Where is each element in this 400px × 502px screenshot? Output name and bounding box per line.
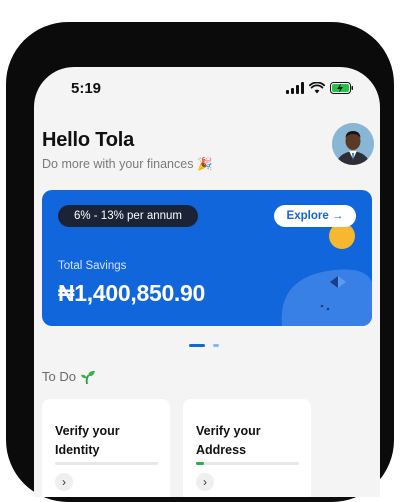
chevron-right-icon[interactable]: ›: [55, 473, 73, 491]
todo-card-title-line2: Address: [196, 443, 247, 457]
todo-card-title: Verify your Identity: [55, 422, 165, 460]
phone-frame: 5:19 Hello Tola Do more with your financ…: [6, 22, 394, 502]
sprout-icon: [80, 370, 95, 384]
piggy-bank-illustration: [281, 269, 372, 326]
status-time: 5:19: [71, 80, 102, 97]
todo-title-text: To Do: [42, 369, 76, 384]
todo-card-title-line2: Identity: [55, 443, 100, 457]
todo-progress-bar: [196, 462, 299, 465]
explore-button[interactable]: Explore →: [274, 205, 356, 227]
greeting-subtitle: Do more with your finances 🎉: [42, 157, 213, 172]
chevron-right-icon[interactable]: ›: [196, 473, 214, 491]
carousel-dot-active[interactable]: [189, 344, 205, 347]
party-popper-icon: 🎉: [196, 157, 213, 171]
carousel-dot[interactable]: [213, 344, 219, 347]
savings-card[interactable]: 6% - 13% per annum Explore → Total Savin…: [42, 190, 372, 326]
todo-progress-bar: [55, 462, 158, 465]
todo-progress-fill: [196, 462, 205, 465]
user-photo: [332, 123, 374, 165]
todo-section-title: To Do: [42, 369, 96, 384]
total-savings-amount: ₦1,400,850.90: [58, 280, 206, 306]
todo-card-title-line1: Verify your: [55, 424, 120, 438]
avatar[interactable]: [332, 123, 374, 165]
todo-card-verify-address[interactable]: Verify your Address ›: [183, 399, 311, 497]
app-screen: 5:19 Hello Tola Do more with your financ…: [34, 67, 380, 497]
todo-card-title: Verify your Address: [196, 422, 306, 460]
signal-icon: [286, 82, 304, 94]
todo-card-verify-identity[interactable]: Verify your Identity ›: [42, 399, 170, 497]
wifi-icon: [309, 82, 325, 94]
carousel-indicator: [189, 344, 219, 347]
status-icons: [286, 82, 354, 94]
todo-card-title-line1: Verify your: [196, 424, 261, 438]
battery-charging-icon: [330, 82, 353, 94]
greeting-title: Hello Tola: [42, 129, 135, 151]
interest-rate-badge: 6% - 13% per annum: [58, 205, 198, 227]
total-savings-label: Total Savings: [58, 260, 127, 272]
subtitle-text: Do more with your finances: [42, 157, 194, 171]
